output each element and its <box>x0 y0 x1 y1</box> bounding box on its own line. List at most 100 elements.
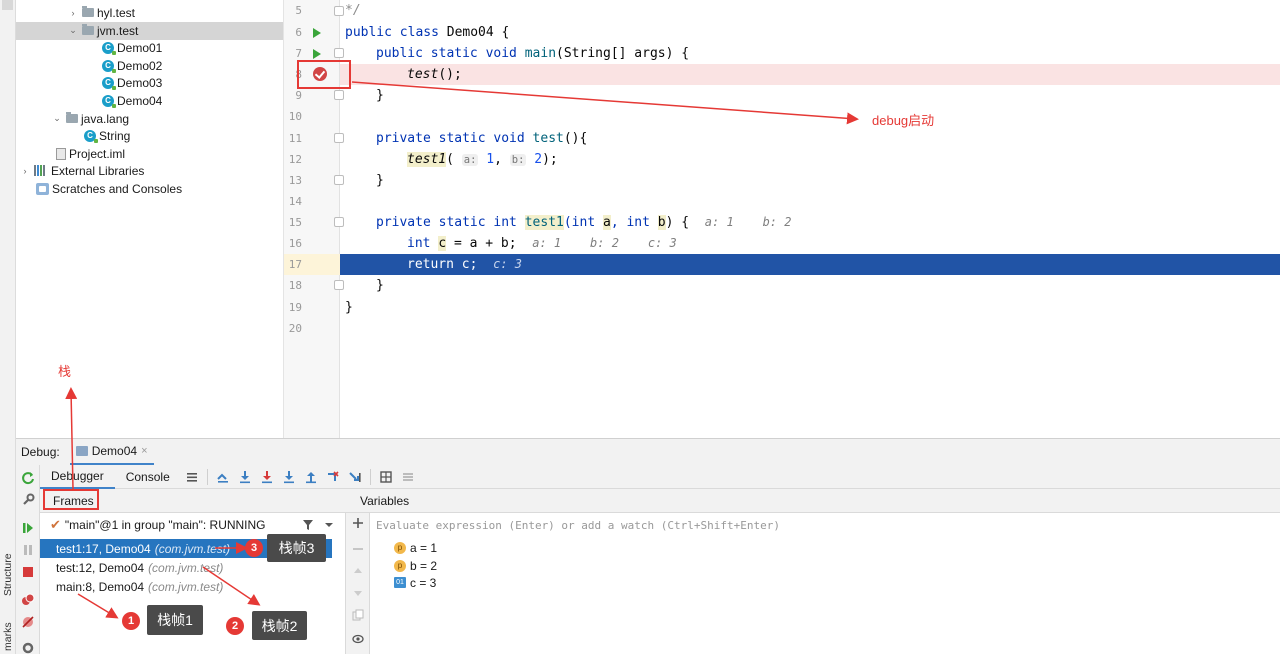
chevron-right-icon[interactable]: › <box>20 166 30 176</box>
add-watch-icon[interactable] <box>352 517 364 529</box>
library-icon <box>34 165 48 177</box>
line-number: 12 <box>288 153 302 166</box>
fold-icon[interactable] <box>334 280 344 290</box>
tree-item-hyl-test[interactable]: › hyl.test <box>16 4 283 22</box>
variables-header: Variables <box>346 489 1280 513</box>
evaluate-expression-icon[interactable] <box>379 470 393 484</box>
tree-item-label: Demo03 <box>117 75 163 90</box>
run-main-icon[interactable] <box>313 49 321 59</box>
evaluate-expression-input[interactable]: Evaluate expression (Enter) or add a wat… <box>376 517 780 535</box>
trace-icon[interactable] <box>401 470 415 484</box>
fold-icon[interactable] <box>334 90 344 100</box>
tree-item-demo04[interactable]: C Demo04 <box>16 92 283 110</box>
line-number: 20 <box>288 322 302 335</box>
code-editor[interactable]: */ public class Demo04 { public static v… <box>340 0 1280 438</box>
frame-item[interactable]: main:8, Demo04 (com.jvm.test) <box>40 577 332 596</box>
show-values-icon[interactable] <box>352 633 364 645</box>
parameter-icon: p <box>394 541 406 554</box>
fold-icon[interactable] <box>334 175 344 185</box>
wrench-icon[interactable] <box>21 493 35 507</box>
code-token: (String[] args) { <box>556 46 690 61</box>
rerun-icon[interactable] <box>21 471 35 485</box>
chevron-right-icon[interactable]: › <box>68 8 78 18</box>
code-line-8: test(); <box>407 64 462 85</box>
variable-row-a[interactable]: p a = 1 <box>394 539 437 557</box>
bookmarks-tool-tab[interactable]: marks <box>0 620 16 654</box>
fold-icon[interactable] <box>334 48 344 58</box>
move-down-icon[interactable] <box>352 587 364 599</box>
code-line-17: return c; c: 3 <box>407 254 522 275</box>
view-breakpoints-icon[interactable] <box>21 593 35 607</box>
chevron-down-icon[interactable]: ⌄ <box>52 113 62 124</box>
stop-icon[interactable] <box>21 565 35 579</box>
variable-row-b[interactable]: p b = 2 <box>394 557 437 575</box>
code-token: test1 <box>524 215 564 230</box>
variable-row-c[interactable]: 01 c = 3 <box>394 574 436 592</box>
parameter-icon: p <box>394 559 406 572</box>
fold-icon[interactable] <box>334 217 344 227</box>
close-icon[interactable]: × <box>141 445 147 457</box>
copy-icon[interactable] <box>352 609 364 621</box>
inline-debug-values: a: 1 b: 2 <box>704 215 792 229</box>
chevron-down-icon[interactable] <box>324 521 334 529</box>
mute-breakpoints-icon[interactable] <box>21 615 35 629</box>
tree-item-label: Demo04 <box>117 93 163 108</box>
show-execution-point-icon[interactable] <box>216 470 230 484</box>
tree-item-external-libraries[interactable]: › External Libraries <box>16 162 283 180</box>
tree-item-demo02[interactable]: C Demo02 <box>16 57 283 75</box>
code-token: public static void <box>376 46 517 61</box>
java-class-icon: C <box>102 94 116 108</box>
step-over-icon[interactable] <box>238 470 252 484</box>
remove-watch-icon[interactable] <box>352 543 364 555</box>
step-out-icon[interactable] <box>304 470 318 484</box>
chevron-down-icon[interactable]: ⌄ <box>68 25 78 36</box>
drop-frame-icon[interactable] <box>326 470 340 484</box>
tree-item-label: String <box>99 128 131 143</box>
resume-icon[interactable] <box>21 521 35 535</box>
inline-debug-values: a: 1 b: 2 c: 3 <box>532 236 677 250</box>
badge-1: 1 <box>122 612 140 630</box>
structure-tool-tab[interactable]: Structure <box>0 540 16 610</box>
run-to-cursor-icon[interactable] <box>348 470 362 484</box>
settings-icon[interactable] <box>21 641 35 654</box>
fold-icon[interactable] <box>334 133 344 143</box>
debug-tool-window: Debug: Demo04 × Debugger Console Frames … <box>16 438 1280 654</box>
pause-icon[interactable] <box>21 543 35 557</box>
badge-2: 2 <box>226 617 244 635</box>
project-tree: › hyl.test ⌄ jvm.test C Demo01 C Demo02 … <box>16 0 284 438</box>
tree-item-label: Scratches and Consoles <box>52 181 183 196</box>
frame-package: (com.jvm.test) <box>154 541 231 556</box>
tree-item-string[interactable]: C String <box>16 127 283 145</box>
project-tool-tab[interactable] <box>2 0 13 10</box>
tree-item-project-iml[interactable]: Project.iml <box>16 145 283 163</box>
run-config-tab[interactable]: Demo04 × <box>69 439 154 465</box>
force-step-into-icon[interactable] <box>282 470 296 484</box>
code-token: test <box>407 67 439 82</box>
step-into-icon[interactable] <box>260 470 274 484</box>
variables-panel[interactable]: Evaluate expression (Enter) or add a wat… <box>370 513 1280 654</box>
tree-item-java-lang[interactable]: ⌄ java.lang <box>16 110 283 128</box>
debug-start-note: debug启动 <box>872 113 935 128</box>
tree-item-label: hyl.test <box>97 5 136 20</box>
filter-icon[interactable] <box>302 519 314 531</box>
code-line-16: int c = a + b; a: 1 b: 2 c: 3 <box>407 233 677 254</box>
code-token: test <box>532 131 564 146</box>
tree-item-demo01[interactable]: C Demo01 <box>16 39 283 57</box>
code-token: test1 <box>407 152 447 167</box>
menu-icon[interactable] <box>185 470 199 484</box>
code-token: ) { <box>665 215 690 230</box>
move-up-icon[interactable] <box>352 565 364 577</box>
code-line-9: } <box>376 88 384 103</box>
left-tool-strip: Structure marks <box>0 0 16 654</box>
fold-icon[interactable] <box>334 6 344 16</box>
run-class-icon[interactable] <box>313 28 321 38</box>
code-token: c <box>438 236 447 251</box>
variables-label: Variables <box>360 493 410 508</box>
param-hint: b: <box>509 154 527 166</box>
tree-item-demo03[interactable]: C Demo03 <box>16 74 283 92</box>
tab-console[interactable]: Console <box>115 465 181 489</box>
tree-item-scratches[interactable]: Scratches and Consoles <box>16 180 283 198</box>
code-token: Demo04 { <box>438 25 510 40</box>
tab-debugger[interactable]: Debugger <box>40 465 115 489</box>
tree-item-jvm-test[interactable]: ⌄ jvm.test <box>16 22 283 40</box>
